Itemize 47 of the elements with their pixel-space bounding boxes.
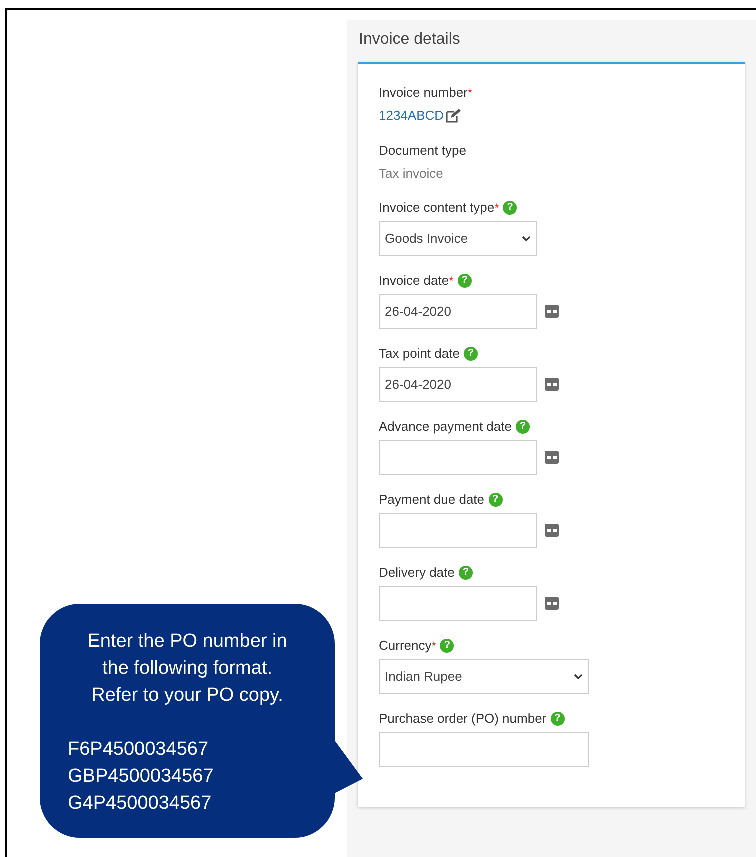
date-field[interactable]: 26-04-2020 [379, 367, 537, 402]
field-label: Delivery date [379, 564, 455, 582]
calendar-icon[interactable] [545, 524, 559, 537]
date-field[interactable] [379, 513, 537, 548]
help-icon[interactable]: ? [550, 712, 565, 726]
required-mark: * [432, 638, 436, 655]
dropdown-field[interactable]: Goods Invoice [379, 221, 537, 256]
panel-title: Invoice details [359, 31, 460, 48]
callout-text: Refer to your PO copy. [90, 684, 284, 708]
field-label: Payment due date [379, 491, 485, 510]
po-number-example: G4P4500034567 [68, 792, 213, 816]
help-icon[interactable]: ? [464, 347, 478, 361]
date-field[interactable] [379, 440, 537, 475]
edit-icon[interactable] [446, 108, 462, 123]
callout-text: Enter the PO number in [86, 630, 288, 654]
po-number-example: GBP4500034567 [68, 765, 215, 789]
dropdown-field[interactable]: Indian Rupee [379, 659, 589, 694]
field-label: Advance payment date [379, 418, 512, 436]
field-label: Invoice number [379, 84, 468, 102]
field-label: Currency [379, 637, 432, 656]
help-icon[interactable]: ? [503, 201, 518, 215]
required-mark: * [468, 85, 473, 102]
field-label: Tax point date [379, 345, 460, 364]
chevron-down-icon [574, 674, 583, 680]
calendar-icon[interactable] [545, 378, 559, 391]
invoice-number-link[interactable]: 1234ABCD [379, 106, 444, 126]
required-mark: * [494, 200, 500, 217]
field-value: Tax invoice [379, 164, 444, 182]
help-icon[interactable]: ? [488, 493, 503, 507]
help-icon[interactable]: ? [458, 566, 473, 580]
input-field[interactable] [379, 732, 589, 767]
required-mark: * [449, 273, 454, 290]
help-icon[interactable]: ? [458, 274, 472, 288]
chevron-down-icon [522, 236, 531, 242]
help-icon[interactable]: ? [516, 420, 530, 434]
calendar-icon[interactable] [545, 305, 559, 318]
date-field[interactable]: 26-04-2020 [379, 294, 537, 329]
field-label: Purchase order (PO) number [379, 710, 547, 728]
calendar-icon[interactable] [545, 597, 559, 610]
date-field[interactable] [379, 586, 537, 621]
field-label: Document type [379, 142, 466, 160]
callout-text: the following format. [101, 657, 274, 681]
calendar-icon[interactable] [545, 451, 559, 464]
po-number-example: F6P4500034567 [68, 738, 210, 762]
field-label: Invoice content type [379, 199, 495, 218]
help-icon[interactable]: ? [440, 639, 454, 653]
field-label: Invoice date [379, 272, 450, 290]
